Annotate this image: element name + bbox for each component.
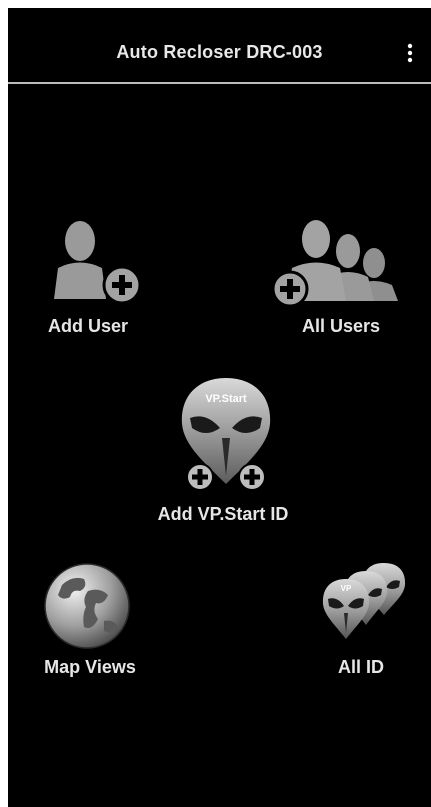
add-user-icon [42, 213, 142, 303]
page-title: Auto Recloser DRC-003 [116, 42, 323, 62]
users-group-icon [256, 213, 406, 308]
app-bar: Auto Recloser DRC-003 [8, 8, 431, 82]
add-user-label: Add User [47, 316, 128, 336]
all-users-label: All Users [301, 316, 381, 336]
add-vpstart-id-button[interactable]: VP.Start Add VP.Start ID [148, 376, 298, 536]
all-users-button[interactable]: All Users [256, 213, 406, 348]
add-vpstart-id-label: Add VP.Start ID [157, 504, 289, 524]
overflow-menu-icon[interactable] [403, 42, 417, 64]
all-id-badge-text: VP [341, 584, 352, 593]
all-id-label: All ID [337, 657, 384, 677]
globe-icon [42, 561, 132, 651]
appbar-divider [8, 82, 431, 84]
add-user-button[interactable]: Add User [28, 213, 148, 348]
alien-mask-add-icon: VP.Start [176, 376, 276, 491]
vpstart-badge-text: VP.Start [205, 393, 247, 405]
map-views-button[interactable]: Map Views [30, 561, 150, 691]
alien-mask-stack-icon: VP [318, 561, 408, 646]
app-screen: Auto Recloser DRC-003 Add User All Users… [8, 8, 431, 807]
map-views-label: Map Views [44, 657, 136, 677]
all-id-button[interactable]: VP All ID [306, 561, 416, 691]
